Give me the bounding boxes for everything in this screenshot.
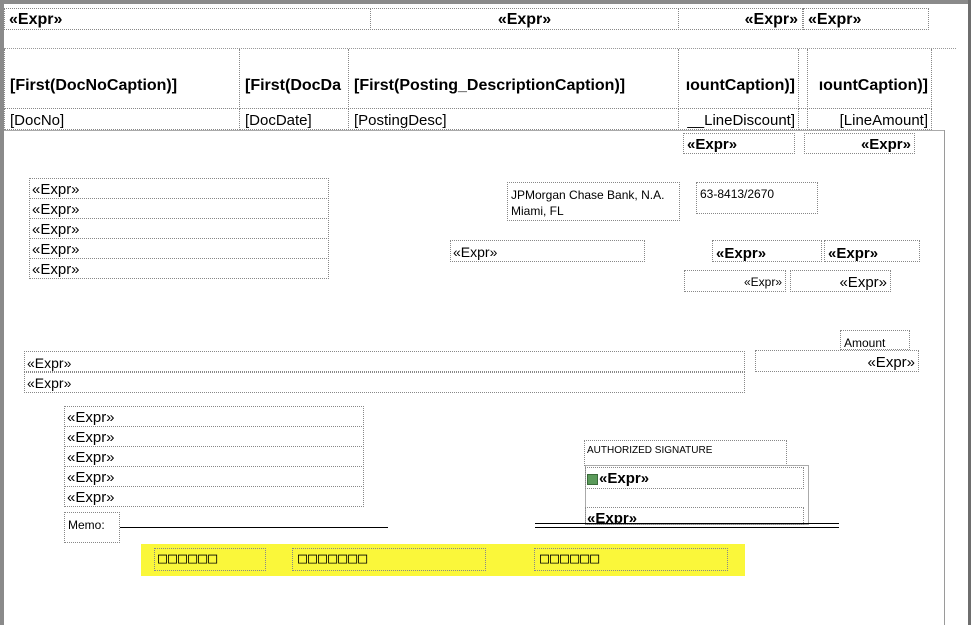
address-line-3-text: «Expr» [32, 221, 80, 238]
address-line-2-text: «Expr» [32, 201, 80, 218]
caption-doc-date-text: [First(DocDa [245, 77, 342, 94]
caption-line-discount-text: ıountCaption)] [685, 77, 795, 94]
total-expr-2-text: «Expr» [860, 136, 911, 153]
value-doc-no[interactable]: [DocNo] [4, 108, 240, 130]
amount-words-line-1[interactable]: «Expr» [24, 351, 745, 372]
header-expr-1-text: «Expr» [9, 11, 63, 28]
routing-number: 63-8413/2670 [700, 187, 775, 201]
date-expr-b[interactable]: «Expr» [824, 240, 920, 262]
micr-field-1-text: □□□□□□ [158, 549, 219, 567]
total-expr-2[interactable]: «Expr» [804, 133, 915, 154]
amount-words-line-2[interactable]: «Expr» [24, 372, 745, 393]
date-expr-d[interactable]: «Expr» [790, 270, 891, 292]
micr-field-2[interactable]: □□□□□□□ [292, 548, 486, 571]
date-expr-a-text: «Expr» [716, 245, 767, 262]
caption-posting-desc-text: [First(Posting_DescriptionCaption)] [354, 77, 626, 94]
address-line-4-text: «Expr» [32, 241, 80, 258]
micr-field-3[interactable]: □□□□□□ [534, 548, 728, 571]
payee-line-2-text: «Expr» [67, 429, 115, 446]
payee-line-1[interactable]: «Expr» [64, 406, 364, 427]
picture-icon [587, 473, 598, 485]
check-number-text: «Expr» [453, 244, 498, 260]
payee-line-3-text: «Expr» [67, 449, 115, 466]
address-line-5[interactable]: «Expr» [29, 258, 329, 279]
header-expr-1[interactable]: «Expr» [4, 8, 371, 30]
date-expr-c[interactable]: «Expr» [684, 270, 786, 292]
header-expr-2-text: «Expr» [497, 11, 552, 28]
address-line-2[interactable]: «Expr» [29, 198, 329, 219]
value-line-discount[interactable]: __LineDiscount] [678, 108, 799, 130]
address-line-1[interactable]: «Expr» [29, 178, 329, 199]
memo-line [120, 527, 388, 528]
payee-line-3[interactable]: «Expr» [64, 446, 364, 467]
check-number-expr[interactable]: «Expr» [450, 240, 645, 262]
payee-line-5-text: «Expr» [67, 489, 115, 506]
signature-label-box: AUTHORIZED SIGNATURE [584, 440, 787, 466]
header-expr-2[interactable]: «Expr» [370, 8, 679, 30]
amount-label-box: Amount [840, 330, 910, 350]
signature-line-top [535, 523, 839, 524]
signature-expr-1[interactable]: «Expr» [585, 467, 804, 489]
micr-field-3-text: □□□□□□ [540, 549, 601, 567]
amount-words-line-1-text: «Expr» [27, 355, 72, 371]
address-line-5-text: «Expr» [32, 261, 80, 278]
header-expr-4-text: «Expr» [808, 11, 862, 28]
caption-posting-desc[interactable]: [First(Posting_DescriptionCaption)] [348, 49, 679, 109]
page-right-edge [944, 130, 945, 625]
payee-line-2[interactable]: «Expr» [64, 426, 364, 447]
total-expr-1[interactable]: «Expr» [683, 133, 795, 154]
value-posting-desc[interactable]: [PostingDesc] [348, 108, 679, 130]
window-top-border [0, 0, 971, 4]
caption-line-discount[interactable]: ıountCaption)] [678, 49, 799, 109]
routing-number-box[interactable]: 63-8413/2670 [696, 182, 818, 214]
address-line-1-text: «Expr» [32, 181, 80, 198]
caption-doc-no-text: [First(DocNoCaption)] [10, 77, 178, 94]
value-line-amount-text: [LineAmount] [839, 112, 928, 129]
payee-line-1-text: «Expr» [67, 409, 115, 426]
amount-words-line-2-text: «Expr» [27, 375, 72, 391]
signature-line-bottom [535, 527, 839, 528]
address-line-4[interactable]: «Expr» [29, 238, 329, 259]
caption-doc-date[interactable]: [First(DocDa [239, 49, 349, 109]
amount-label: Amount [844, 336, 886, 350]
address-line-3[interactable]: «Expr» [29, 218, 329, 239]
header-expr-3-text: «Expr» [744, 11, 798, 28]
caption-line-amount[interactable]: ıountCaption)] [807, 49, 932, 109]
signature-label: AUTHORIZED SIGNATURE [587, 445, 713, 456]
value-doc-date-text: [DocDate] [245, 112, 312, 129]
payee-line-4[interactable]: «Expr» [64, 466, 364, 487]
signature-expr-1-text: «Expr» [599, 470, 650, 487]
header-bottom-line [4, 130, 944, 131]
amount-value: «Expr» [867, 354, 915, 371]
header-expr-4[interactable]: «Expr» [803, 8, 929, 30]
value-doc-no-text: [DocNo] [10, 112, 65, 129]
date-expr-a[interactable]: «Expr» [712, 240, 822, 262]
value-doc-date[interactable]: [DocDate] [239, 108, 349, 130]
memo-label-box: Memo: [64, 512, 120, 543]
bank-location: Miami, FL [511, 204, 564, 218]
date-expr-c-text: «Expr» [743, 275, 782, 289]
total-expr-1-text: «Expr» [687, 136, 738, 153]
micr-field-2-text: □□□□□□□ [298, 549, 369, 567]
caption-line-amount-text: ıountCaption)] [818, 77, 928, 94]
date-expr-d-text: «Expr» [839, 274, 887, 291]
micr-field-1[interactable]: □□□□□□ [154, 548, 266, 571]
payee-line-4-text: «Expr» [67, 469, 115, 486]
memo-label: Memo: [68, 518, 105, 532]
payee-line-5[interactable]: «Expr» [64, 486, 364, 507]
header-expr-3[interactable]: «Expr» [678, 8, 803, 30]
amount-value-box[interactable]: «Expr» [755, 350, 919, 372]
bank-name-box[interactable]: JPMorgan Chase Bank, N.A. Miami, FL [507, 182, 680, 221]
value-line-amount[interactable]: [LineAmount] [807, 108, 932, 130]
caption-doc-no[interactable]: [First(DocNoCaption)] [4, 49, 240, 109]
bank-name: JPMorgan Chase Bank, N.A. [511, 188, 665, 202]
value-line-discount-text: __LineDiscount] [687, 112, 795, 129]
value-posting-desc-text: [PostingDesc] [354, 112, 447, 129]
date-expr-b-text: «Expr» [828, 245, 879, 262]
